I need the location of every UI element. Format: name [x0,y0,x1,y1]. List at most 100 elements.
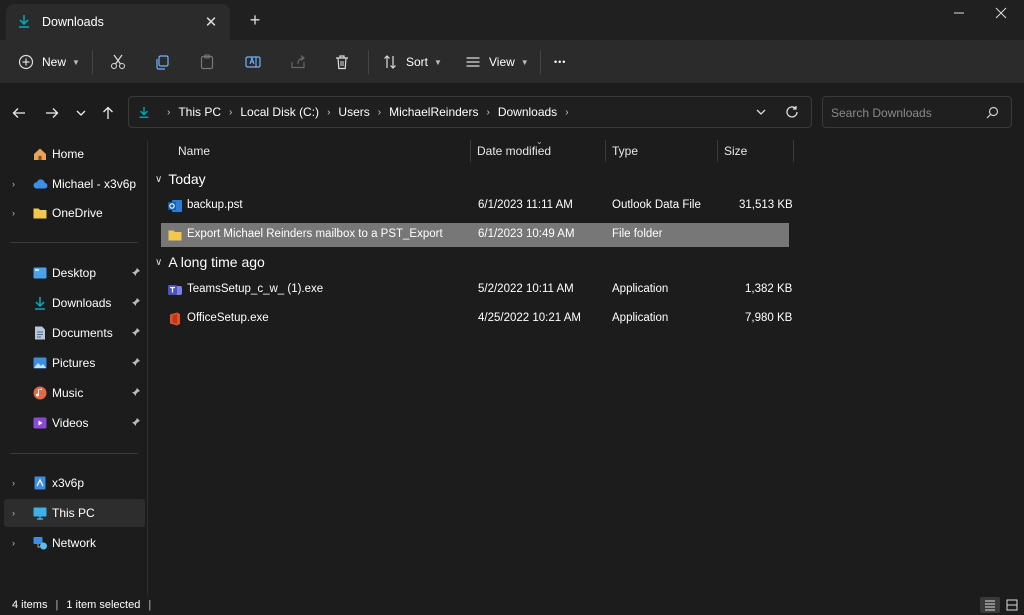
details-view-button[interactable] [980,597,1000,613]
tab-title: Downloads [42,15,104,29]
status-separator: | [55,599,59,611]
sidebar-item-desktop[interactable]: Desktop [4,259,145,287]
breadcrumb-michaelreinders[interactable]: MichaelReinders [389,105,478,119]
breadcrumb-downloads[interactable]: Downloads [498,105,557,119]
search-icon[interactable] [986,106,999,119]
group-header-today[interactable]: ∨ Today [155,168,206,190]
pin-icon[interactable] [131,297,141,310]
column-header-type[interactable]: Type [612,140,638,162]
file-name: OfficeSetup.exe [187,312,269,324]
sidebar-item-label: Michael - x3v6p [52,177,137,191]
recent-locations-button[interactable] [70,102,92,124]
address-bar[interactable]: › This PC › Local Disk (C:) › Users › Mi… [128,96,812,128]
drive-icon [32,475,48,491]
sidebar-item-downloads[interactable]: Downloads [4,289,145,317]
sidebar-item-onedrive[interactable]: › OneDrive [4,199,145,227]
chevron-down-icon [76,110,86,116]
breadcrumb-separator[interactable]: › [378,107,381,118]
search-input[interactable] [831,105,981,121]
sidebar-item-home[interactable]: Home [4,140,145,168]
download-icon [32,295,48,311]
pin-icon[interactable] [131,387,141,400]
sort-button[interactable]: Sort ▼ [382,48,442,76]
file-row[interactable]: OfficeSetup.exe 4/25/2022 10:21 AM Appli… [161,307,792,331]
delete-button[interactable] [330,50,354,74]
file-row[interactable]: Export Michael Reinders mailbox to a PST… [161,223,789,247]
sidebar-item-pictures[interactable]: Pictures [4,349,145,377]
chevron-right-icon[interactable]: › [12,538,15,548]
breadcrumb-local-disk[interactable]: Local Disk (C:) [240,105,319,119]
group-header-long-ago[interactable]: ∨ A long time ago [155,251,265,273]
sidebar-item-label: This PC [52,506,95,520]
column-divider[interactable] [605,140,606,162]
up-button[interactable] [97,102,119,124]
tiles-view-button[interactable] [1002,597,1022,613]
divider [10,453,138,454]
navigation-pane: Home › Michael - x3v6p › OneDrive Deskto… [0,140,148,595]
pin-icon[interactable] [131,417,141,430]
column-header-size[interactable]: Size [724,140,747,162]
breadcrumb-users[interactable]: Users [338,105,369,119]
column-header-name[interactable]: Name [178,140,210,162]
sidebar-item-label: Home [52,147,85,161]
close-tab-icon[interactable]: ✕ [202,13,220,31]
selection-count: 1 item selected [66,599,141,611]
arrow-up-icon [103,106,113,119]
copy-button[interactable] [150,50,174,74]
pin-icon[interactable] [131,267,141,280]
share-button[interactable] [286,50,310,74]
file-type: Application [612,283,669,295]
tab-downloads[interactable]: Downloads ✕ [6,4,230,40]
sidebar-item-videos[interactable]: Videos [4,409,145,437]
pin-icon[interactable] [131,357,141,370]
breadcrumb-separator[interactable]: › [229,107,232,118]
column-divider[interactable] [793,140,794,162]
breadcrumb-separator[interactable]: › [565,107,568,118]
chevron-right-icon[interactable]: › [12,179,15,189]
sidebar-item-x3v6p[interactable]: › x3v6p [4,469,145,497]
arrow-right-icon [46,108,59,118]
file-list: Name ⌄ Date modified Type Size ∨ Today b… [149,137,1024,595]
pin-icon[interactable] [131,327,141,340]
more-options-button[interactable]: ••• [554,48,566,76]
file-row[interactable]: backup.pst 6/1/2023 11:11 AM Outlook Dat… [161,194,793,218]
file-row[interactable]: TeamsSetup_c_w_ (1).exe 5/2/2022 10:11 A… [161,278,793,302]
search-box[interactable] [822,96,1012,128]
view-button[interactable]: View ▼ [465,48,529,76]
forward-button[interactable] [41,102,63,124]
breadcrumb-separator[interactable]: › [486,107,489,118]
sort-label: Sort [406,55,429,69]
sidebar-item-documents[interactable]: Documents [4,319,145,347]
sidebar-item-label: Network [52,536,97,550]
maximize-button[interactable] [935,0,981,26]
chevron-down-icon: ▼ [72,57,80,67]
back-button[interactable] [8,102,30,124]
sidebar-item-label: Pictures [52,356,96,370]
chevron-right-icon[interactable]: › [12,208,15,218]
paste-button[interactable] [195,50,219,74]
new-tab-button[interactable]: + [244,10,266,30]
sidebar-item-michael-x3v6p[interactable]: › Michael - x3v6p [4,170,145,198]
home-icon [32,146,48,162]
sidebar-item-network[interactable]: › Network [4,529,145,557]
breadcrumb-separator[interactable]: › [327,107,330,118]
sidebar-item-music[interactable]: Music [4,379,145,407]
column-divider[interactable] [717,140,718,162]
rename-button[interactable] [241,50,265,74]
videos-icon [32,415,48,431]
sidebar-item-label: Downloads [52,296,112,310]
sidebar-item-this-pc[interactable]: › This PC [4,499,145,527]
teams-icon [167,282,183,298]
chevron-right-icon[interactable]: › [12,508,15,518]
column-header-date-modified[interactable]: Date modified [477,140,551,162]
group-label: Today [168,171,206,187]
close-window-button[interactable] [978,0,1024,26]
chevron-right-icon[interactable]: › [12,478,15,488]
address-history-button[interactable] [755,106,767,118]
breadcrumb-this-pc[interactable]: This PC [178,105,221,119]
cut-button[interactable] [106,50,130,74]
file-size: 1,382 KB [745,283,793,295]
column-divider[interactable] [470,140,471,162]
new-button[interactable]: New ▼ [18,48,80,76]
refresh-button[interactable] [785,105,799,119]
